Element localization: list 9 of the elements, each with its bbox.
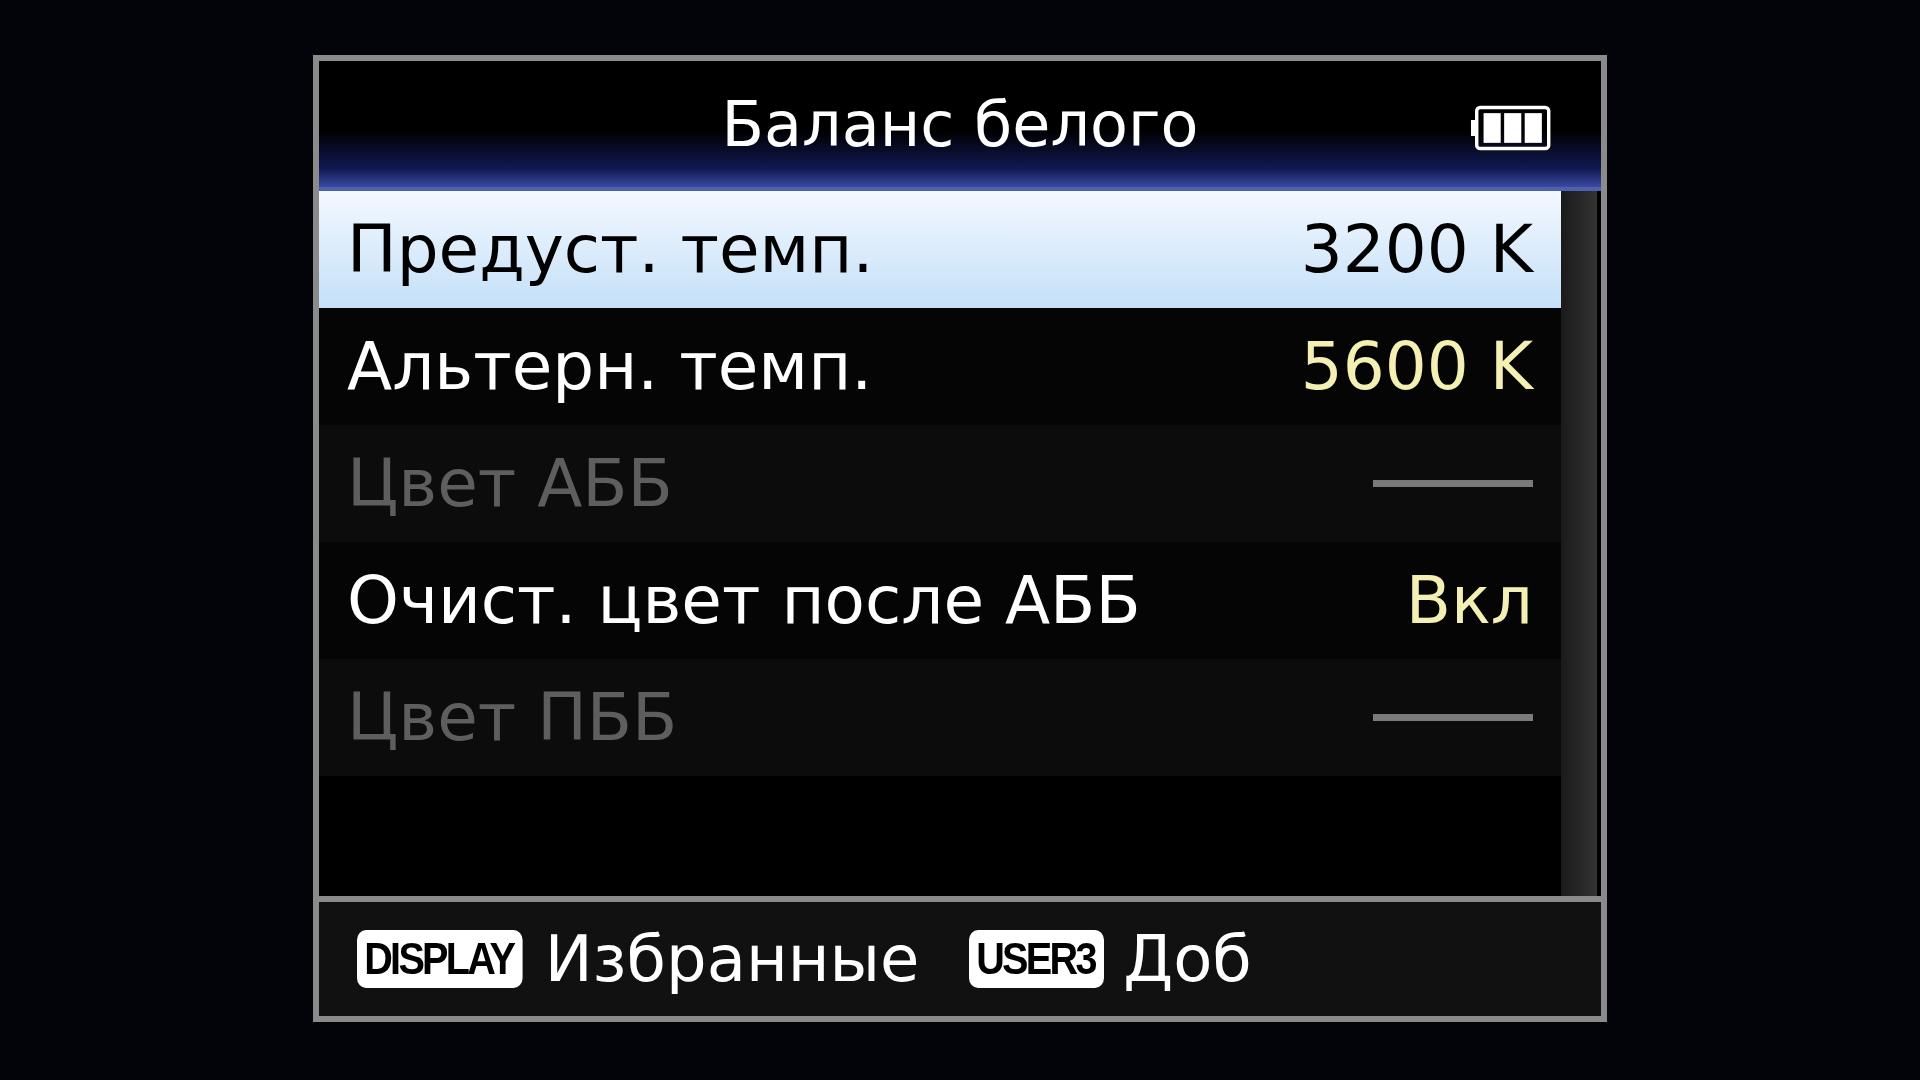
key-badge: USER3: [969, 930, 1105, 988]
menu-item[interactable]: Очист. цвет после АББ Вкл: [319, 542, 1561, 659]
menu-item[interactable]: Предуст. темп. 3200 K: [319, 191, 1561, 308]
menu-title: Баланс белого: [721, 87, 1199, 161]
battery-icon: [1471, 105, 1551, 151]
key-badge: DISPLAY: [357, 930, 523, 988]
footer-label: Доб: [1123, 922, 1252, 996]
footer-label: Избранные: [544, 922, 920, 996]
menu-item[interactable]: Альтерн. темп. 5600 K: [319, 308, 1561, 425]
